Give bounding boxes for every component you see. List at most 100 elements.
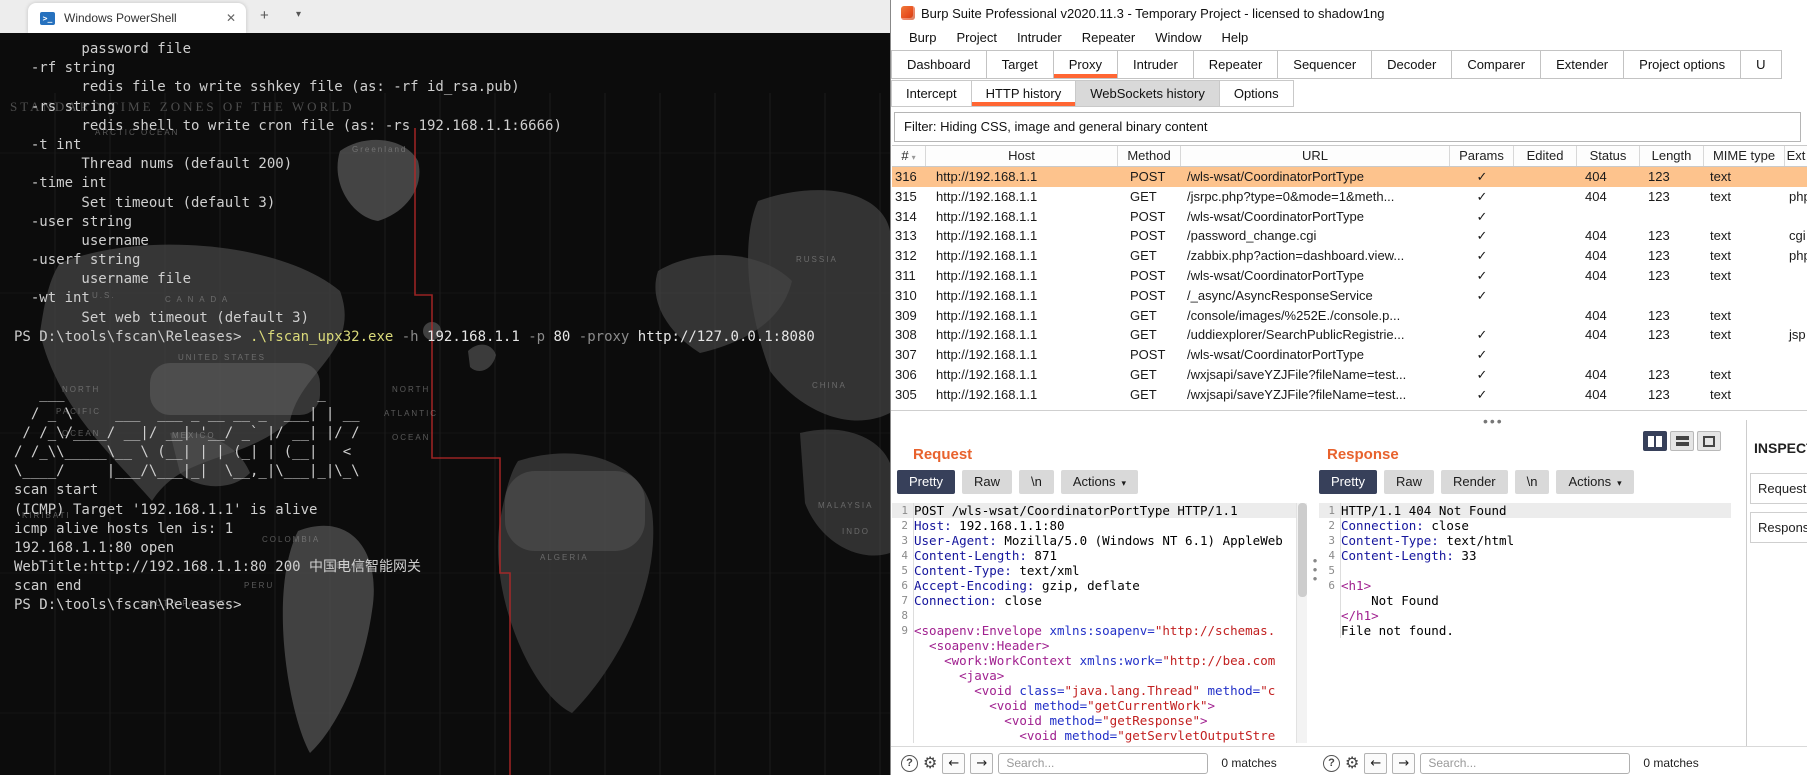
column-header-host[interactable]: Host xyxy=(926,146,1118,166)
table-row[interactable]: 316 http://192.168.1.1 POST/wls-wsat/Coord… xyxy=(892,167,1807,187)
menu-item-project[interactable]: Project xyxy=(946,27,1006,49)
table-row[interactable]: 308 http://192.168.1.1 GET/uddiexplorer/Se… xyxy=(892,325,1807,346)
cell-edited xyxy=(1514,187,1577,207)
line-number xyxy=(892,698,914,713)
request-editor[interactable]: 1 POST /wls-wsat/CoordinatorPortType HTTP… xyxy=(892,503,1296,746)
menu-item-burp[interactable]: Burp xyxy=(899,27,946,49)
cell-host: http://192.168.1.1 xyxy=(936,307,1038,323)
tab-intruder[interactable]: Intruder xyxy=(1116,50,1194,79)
terminal-body[interactable]: STANDARD TIME ZONES OF THE WORLD ARCTIC O… xyxy=(0,33,890,775)
next-match-button[interactable]: → xyxy=(1392,752,1416,774)
editor-layout-buttons xyxy=(1643,431,1721,451)
cell-status: 404 xyxy=(1585,307,1607,323)
table-row[interactable]: 306 http://192.168.1.1 GET/wxjsapi/saveYZJ… xyxy=(892,364,1807,385)
column-header-edited[interactable]: Edited xyxy=(1514,146,1577,166)
new-tab-button[interactable]: + xyxy=(260,7,269,24)
request-tab-actions[interactable]: Actions ▾ xyxy=(1060,470,1138,494)
response-tab-raw[interactable]: Raw xyxy=(1383,470,1434,494)
column-header-params[interactable]: Params xyxy=(1450,146,1514,166)
table-row[interactable]: 310 http://192.168.1.1 POST /_async/AsyncRe… xyxy=(892,285,1807,306)
layout-rows-button[interactable] xyxy=(1670,431,1694,451)
table-row[interactable]: 305 http://192.168.1.1 GET/wxjsapi/saveYZJ… xyxy=(892,384,1807,405)
table-row[interactable]: 307 http://192.168.1.1 POST/wls-wsat/Coord… xyxy=(892,345,1807,365)
tab-decoder[interactable]: Decoder xyxy=(1371,50,1453,79)
gear-icon[interactable]: ⚙ xyxy=(1345,754,1359,772)
cell-mime: text xyxy=(1710,267,1731,283)
subtab-intercept[interactable]: Intercept xyxy=(891,80,972,107)
response-tab-actions[interactable]: Actions ▾ xyxy=(1556,470,1634,494)
table-row[interactable]: 314 http://192.168.1.1 POST/wls-wsat/Coord… xyxy=(892,206,1807,227)
cell-num: 315 xyxy=(895,188,917,204)
prev-match-button[interactable]: ← xyxy=(942,752,966,774)
help-icon[interactable]: ? xyxy=(901,754,918,772)
menu-item-intruder[interactable]: Intruder xyxy=(1007,27,1072,49)
line-number: 6 xyxy=(892,578,914,593)
chevron-down-icon[interactable]: ▾ xyxy=(296,9,301,20)
cell-url: /uddiexplorer/SearchPublicRegistrie... xyxy=(1187,327,1405,343)
response-tab-n[interactable]: \n xyxy=(1514,470,1550,494)
tab-sequencer[interactable]: Sequencer xyxy=(1277,50,1373,79)
request-scrollbar[interactable] xyxy=(1296,503,1307,743)
prev-match-button[interactable]: ← xyxy=(1364,752,1388,774)
request-scrollbar-thumb[interactable] xyxy=(1298,503,1307,597)
vertical-splitter-handle[interactable]: • • • xyxy=(1311,554,1319,585)
subtab-websockets-history[interactable]: WebSockets history xyxy=(1075,80,1220,107)
column-header-url[interactable]: URL xyxy=(1181,146,1450,166)
layout-columns-button[interactable] xyxy=(1643,431,1667,451)
column-header-mime[interactable]: MIME type xyxy=(1704,146,1785,166)
tab-repeater[interactable]: Repeater xyxy=(1192,50,1279,79)
cell-num: 306 xyxy=(895,366,917,382)
request-tab-raw[interactable]: Raw xyxy=(961,470,1012,494)
table-row[interactable]: 309 http://192.168.1.1 GET/console/images/… xyxy=(892,305,1807,326)
help-icon[interactable]: ? xyxy=(1323,754,1340,772)
request-search-input[interactable] xyxy=(998,752,1209,774)
response-tab-render[interactable]: Render xyxy=(1440,470,1508,494)
code-text: <soapenv:Envelope xmlns:soapenv="http://… xyxy=(914,623,1276,638)
request-tab-n[interactable]: \n xyxy=(1018,470,1054,494)
column-header-length[interactable]: Length xyxy=(1640,146,1704,166)
burp-title-bar[interactable]: Burp Suite Professional v2020.11.3 - Tem… xyxy=(891,0,1807,26)
request-tab-pretty[interactable]: Pretty xyxy=(897,470,955,494)
column-header-status[interactable]: Status xyxy=(1577,146,1640,166)
tab-proxy[interactable]: Proxy xyxy=(1052,50,1118,79)
code-text: <java> xyxy=(914,668,1005,683)
response-search-input[interactable] xyxy=(1420,752,1631,774)
sort-icon: ▾ xyxy=(911,153,916,162)
inspector-request-attributes[interactable]: Request a xyxy=(1750,473,1807,504)
cell-ext: php xyxy=(1789,248,1807,264)
inspector-response-section[interactable]: Response xyxy=(1750,512,1807,543)
column-header-num[interactable]: # ▾ xyxy=(892,146,926,166)
response-tab-pretty[interactable]: Pretty xyxy=(1319,470,1377,494)
cell-url: /wxjsapi/saveYZJFile?fileName=test... xyxy=(1187,366,1407,382)
tab-extender[interactable]: Extender xyxy=(1540,50,1625,79)
cell-length xyxy=(1640,207,1704,227)
next-match-button[interactable]: → xyxy=(970,752,994,774)
tab-u[interactable]: U xyxy=(1740,50,1782,79)
tab-dashboard[interactable]: Dashboard xyxy=(891,50,987,79)
response-editor[interactable]: 1 HTTP/1.1 404 Not Found 2 Connection: clos… xyxy=(1319,503,1731,746)
table-row[interactable]: 315 http://192.168.1.1 GET/jsrpc.php?type=… xyxy=(892,186,1807,207)
terminal-tab-powershell[interactable]: >_ Windows PowerShell ✕ xyxy=(28,3,246,33)
table-row[interactable]: 311 http://192.168.1.1 POST/wls-wsat/Coord… xyxy=(892,265,1807,286)
code-line: File not found. xyxy=(1319,623,1731,638)
menu-item-repeater[interactable]: Repeater xyxy=(1072,27,1145,49)
gear-icon[interactable]: ⚙ xyxy=(923,754,937,772)
cell-mime xyxy=(1704,286,1785,306)
table-row[interactable]: 312 http://192.168.1.1 GET/zabbix.php?acti… xyxy=(892,246,1807,266)
subtab-http-history[interactable]: HTTP history xyxy=(970,80,1077,107)
close-tab-icon[interactable]: ✕ xyxy=(226,11,236,25)
menu-item-window[interactable]: Window xyxy=(1145,27,1211,49)
column-header-method[interactable]: Method xyxy=(1118,146,1181,166)
horizontal-splitter-handle[interactable]: ••• xyxy=(1483,413,1504,429)
tab-project-options[interactable]: Project options xyxy=(1623,50,1742,79)
terminal-line: / /_\\_____\__ \ (__| | | (_| | (__| < xyxy=(14,443,352,460)
proxy-filter-bar[interactable]: Filter: Hiding CSS, image and general bi… xyxy=(894,112,1801,142)
subtab-options[interactable]: Options xyxy=(1218,80,1294,107)
terminal-line: PS D:\tools\fscan\Releases> xyxy=(14,597,242,614)
tab-comparer[interactable]: Comparer xyxy=(1451,50,1542,79)
layout-single-button[interactable] xyxy=(1697,431,1721,451)
menu-item-help[interactable]: Help xyxy=(1211,27,1258,49)
tab-target[interactable]: Target xyxy=(985,50,1054,79)
table-row[interactable]: 313 http://192.168.1.1 POST/password_chang… xyxy=(892,226,1807,247)
column-header-ext[interactable]: Ext xyxy=(1785,146,1807,166)
